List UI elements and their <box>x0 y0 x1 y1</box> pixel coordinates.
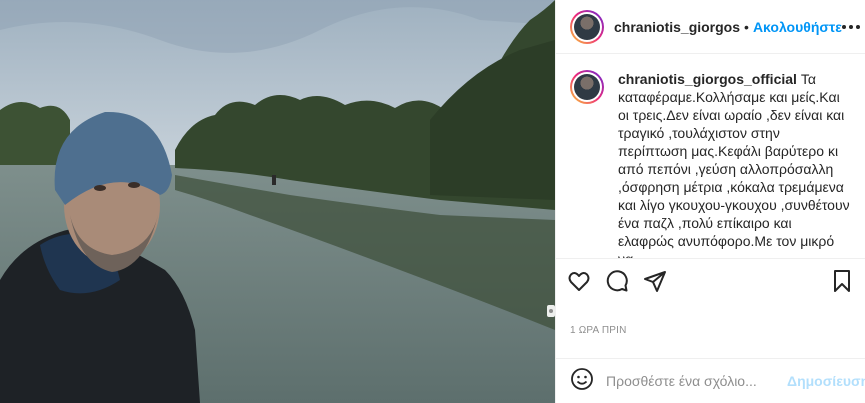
post-photo[interactable] <box>0 0 555 403</box>
post-comment-button[interactable]: Δημοσίευση <box>787 373 865 389</box>
selfie-lake-image <box>0 0 555 403</box>
heart-icon[interactable] <box>566 268 592 294</box>
instagram-post: chraniotis_giorgos • Ακολουθήστε chranio… <box>0 0 865 403</box>
caption-body: Τα καταφέραμε.Κολλήσαμε και μείς.Και οι … <box>618 71 850 258</box>
caption-username[interactable]: chraniotis_giorgos_official <box>618 71 797 87</box>
more-icon[interactable] <box>841 24 860 29</box>
bookmark-icon[interactable] <box>829 268 855 294</box>
avatar[interactable] <box>570 9 604 44</box>
comment-input[interactable] <box>606 373 787 389</box>
comment-icon[interactable] <box>604 268 630 294</box>
action-bar <box>556 258 865 302</box>
next-arrow-icon[interactable] <box>547 304 555 317</box>
caption-text: chraniotis_giorgos_official Τα καταφέραμ… <box>618 70 851 258</box>
post-timestamp[interactable]: 1 ΩΡΑ ΠΡΙΝ <box>556 302 865 358</box>
comments-area: chraniotis_giorgos_official Τα καταφέραμ… <box>556 54 865 258</box>
post-header: chraniotis_giorgos • Ακολουθήστε <box>556 0 865 54</box>
separator-dot: • <box>744 18 749 35</box>
post-sidebar: chraniotis_giorgos • Ακολουθήστε chranio… <box>555 0 865 403</box>
header-username[interactable]: chraniotis_giorgos <box>614 19 740 35</box>
emoji-icon[interactable] <box>570 367 594 396</box>
follow-button[interactable]: Ακολουθήστε <box>753 19 842 35</box>
share-icon[interactable] <box>642 268 668 294</box>
caption-avatar[interactable] <box>570 70 604 104</box>
comment-bar: Δημοσίευση <box>556 358 865 403</box>
caption: chraniotis_giorgos_official Τα καταφέραμ… <box>570 70 851 258</box>
